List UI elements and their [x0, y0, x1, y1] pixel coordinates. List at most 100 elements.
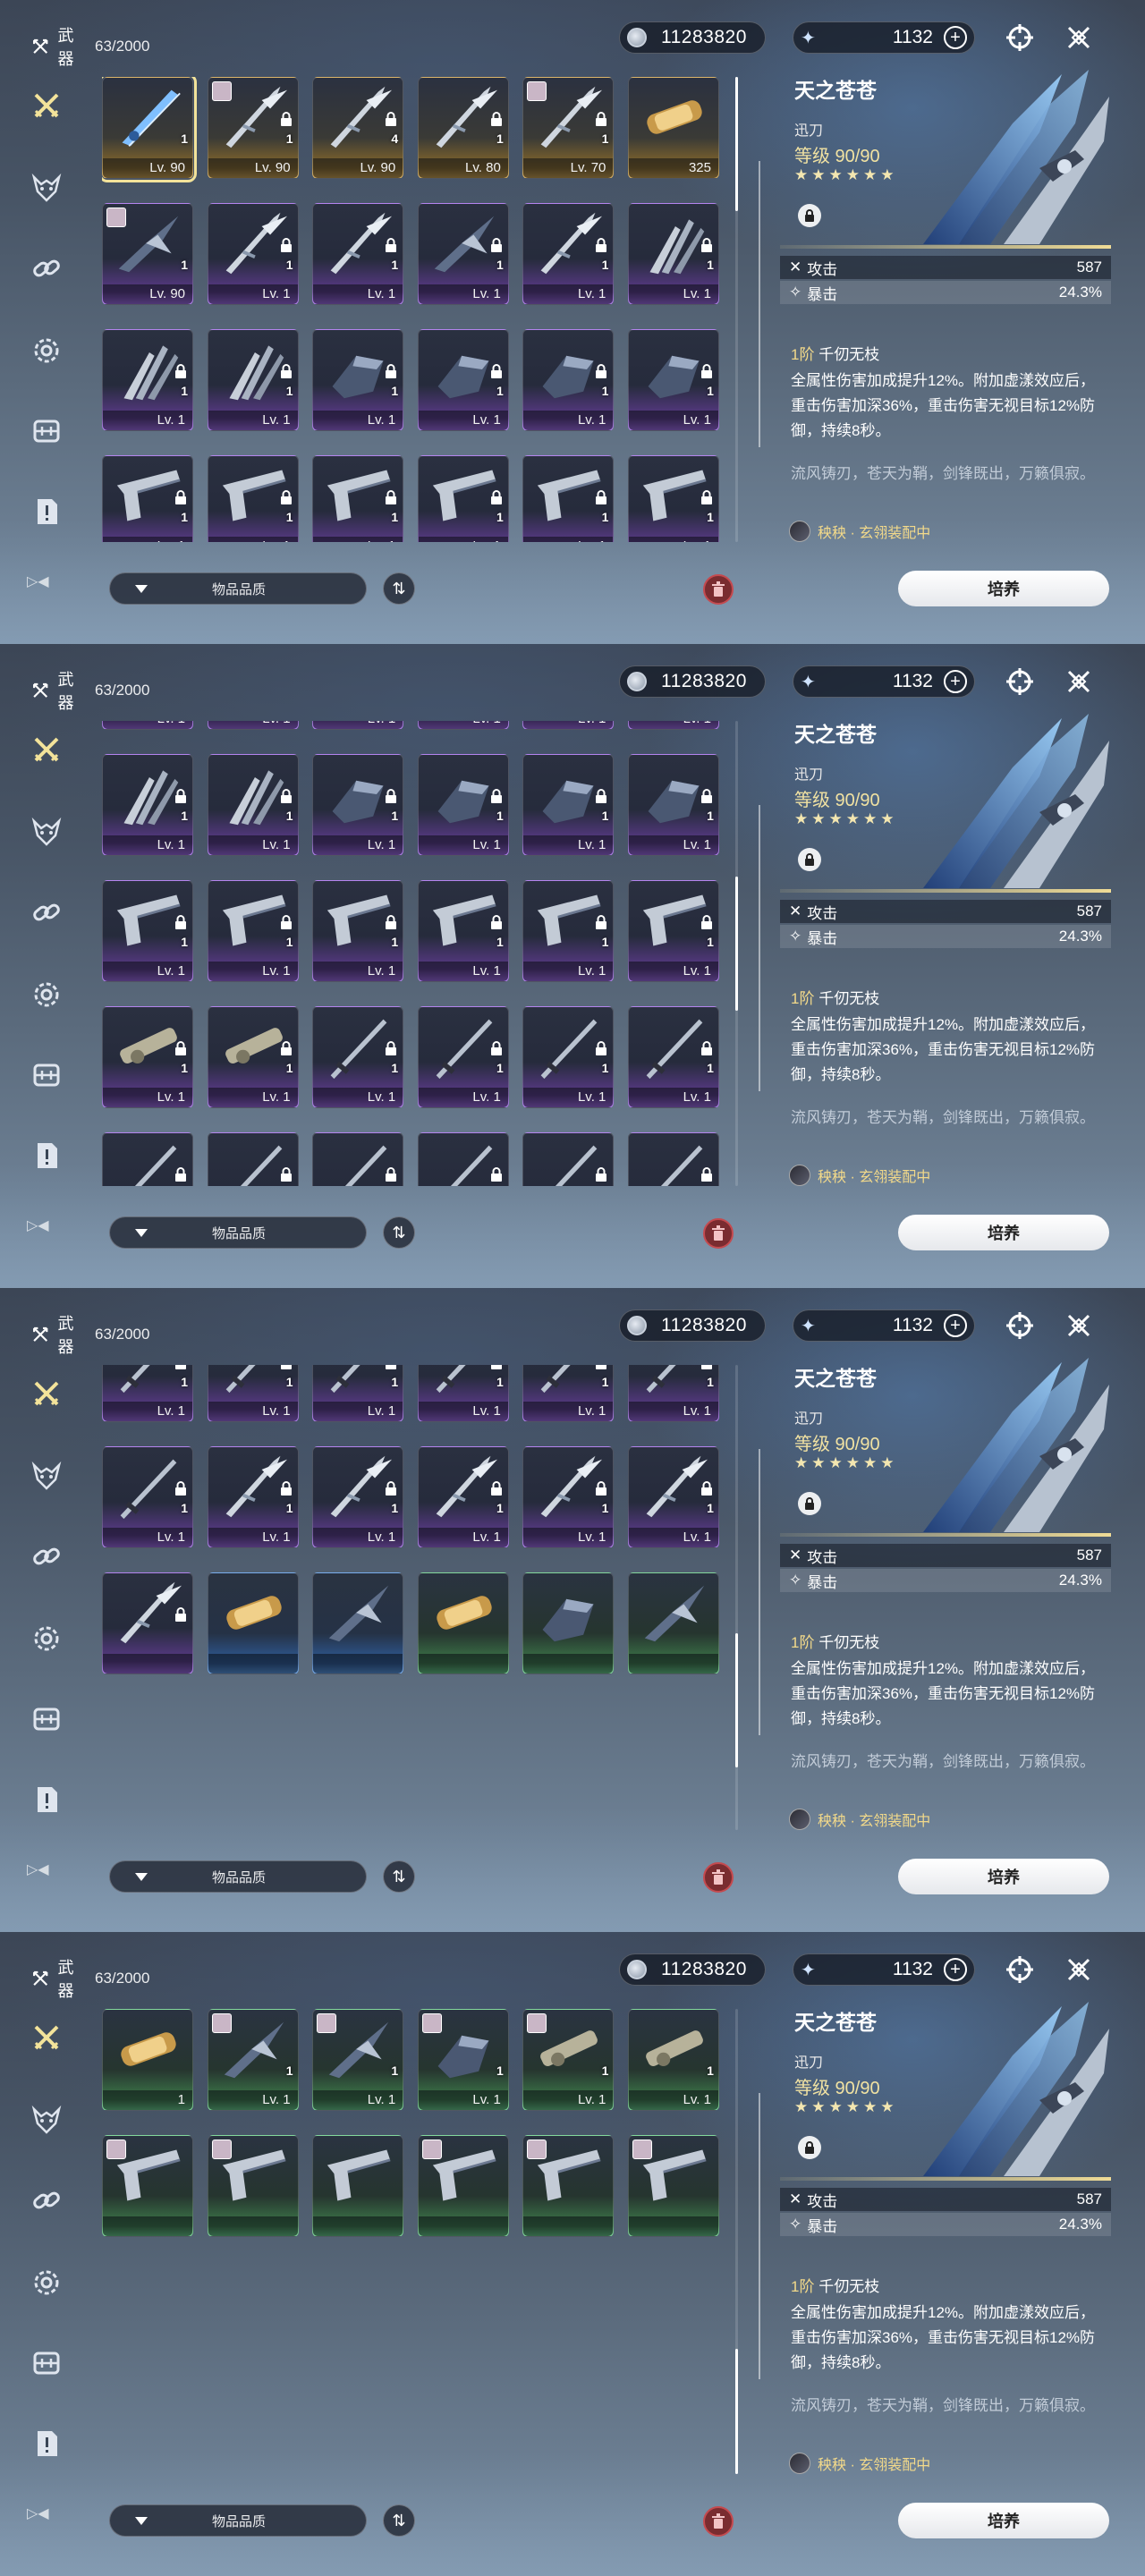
close-button[interactable]: [1061, 1308, 1097, 1343]
weapon-slot[interactable]: 1Lv. 1: [207, 1365, 299, 1422]
lock-toggle-button[interactable]: [798, 2136, 821, 2159]
weapon-grid-viewport[interactable]: 1 Lv. 1 1 Lv. 1 1 Lv. 1 1 Lv. 1 1 Lv. 1 1 Lv. 1 1 Lv.…: [102, 1365, 728, 1830]
tab-echoes[interactable]: [27, 1456, 66, 1496]
weapon-slot[interactable]: [522, 1572, 615, 1674]
grid-scrollbar[interactable]: [735, 721, 738, 1186]
weapon-slot[interactable]: 1Lv. 1: [312, 1365, 404, 1422]
cultivate-button[interactable]: 培养: [898, 2503, 1109, 2538]
weapon-slot[interactable]: [417, 2135, 509, 2237]
weapon-slot[interactable]: 1: [102, 2009, 193, 2111]
weapon-slot[interactable]: 1Lv. 1: [522, 880, 615, 982]
weapon-slot[interactable]: 1Lv. 1: [522, 1446, 615, 1548]
tab-development-materials[interactable]: [27, 249, 66, 288]
weapon-slot[interactable]: 1Lv. 1: [207, 1006, 299, 1108]
quality-filter-dropdown[interactable]: 物品品质: [109, 1216, 367, 1249]
weapon-slot[interactable]: [522, 1132, 615, 1186]
weapon-slot[interactable]: 1Lv. 1: [627, 455, 719, 542]
weapon-slot[interactable]: 1Lv. 1: [312, 455, 404, 542]
add-astrite-button[interactable]: +: [944, 1958, 967, 1981]
weapon-slot[interactable]: 1 Lv. 80: [417, 77, 509, 179]
sort-order-button[interactable]: ⇅: [383, 1860, 415, 1893]
weapon-slot[interactable]: 1 Lv. 90: [207, 77, 299, 179]
weapon-slot[interactable]: [522, 2135, 615, 2237]
tab-weapons[interactable]: [27, 86, 66, 125]
cultivate-button[interactable]: 培养: [898, 1859, 1109, 1894]
dismantle-button[interactable]: [703, 2506, 734, 2537]
grid-scrollbar-thumb[interactable]: [735, 877, 738, 1011]
weapon-slot[interactable]: [102, 1572, 193, 1674]
weapon-slot[interactable]: 1Lv. 1: [102, 1365, 193, 1422]
weapon-slot[interactable]: 1Lv. 1: [312, 329, 404, 431]
rail-collapse-icon[interactable]: ▷◀: [27, 2504, 49, 2522]
tab-supplies[interactable]: [27, 1699, 66, 1739]
weapon-slot[interactable]: 1Lv. 1: [522, 754, 615, 856]
rail-collapse-icon[interactable]: ▷◀: [27, 1860, 49, 1878]
weapon-slot[interactable]: 1Lv. 1: [522, 455, 615, 542]
weapon-slot[interactable]: 1Lv. 1: [312, 754, 404, 856]
weapon-slot[interactable]: 1Lv. 1: [102, 1006, 193, 1108]
weapon-slot[interactable]: 1Lv. 1: [522, 203, 615, 305]
weapon-slot[interactable]: 1Lv. 1: [627, 754, 719, 856]
quality-filter-dropdown[interactable]: 物品品质: [109, 572, 367, 605]
quality-filter-dropdown[interactable]: 物品品质: [109, 2504, 367, 2537]
weapon-slot[interactable]: 1Lv. 1: [417, 1446, 509, 1548]
weapon-slot[interactable]: 1Lv. 1: [312, 880, 404, 982]
weapon-slot[interactable]: 1Lv. 1: [207, 1446, 299, 1548]
lock-toggle-button[interactable]: [798, 848, 821, 871]
weapon-slot[interactable]: 1 Lv. 90: [102, 77, 197, 182]
rail-collapse-icon[interactable]: ▷◀: [27, 572, 49, 590]
weapon-slot[interactable]: 1Lv. 1: [627, 203, 719, 305]
weapon-slot[interactable]: 1Lv. 1: [312, 1006, 404, 1108]
weapon-slot[interactable]: 1Lv. 1: [417, 203, 509, 305]
weapon-slot[interactable]: 1Lv. 1: [522, 721, 615, 730]
weapon-slot[interactable]: 1Lv. 1: [102, 1446, 193, 1548]
tab-echoes[interactable]: [27, 2100, 66, 2140]
tab-development-materials[interactable]: [27, 1537, 66, 1576]
tab-special-items[interactable]: [27, 1780, 66, 1819]
target-button[interactable]: [1002, 20, 1038, 55]
weapon-slot[interactable]: 1Lv. 1: [417, 754, 509, 856]
tab-special-items[interactable]: [27, 2424, 66, 2463]
weapon-slot[interactable]: 1Lv. 1: [417, 721, 509, 730]
weapon-slot[interactable]: 1Lv. 1: [102, 329, 193, 431]
target-button[interactable]: [1002, 664, 1038, 699]
grid-scrollbar-thumb[interactable]: [735, 2349, 738, 2474]
weapon-slot[interactable]: 1Lv. 1: [417, 329, 509, 431]
weapon-slot[interactable]: 1Lv. 1: [207, 721, 299, 730]
close-button[interactable]: [1061, 664, 1097, 699]
weapon-slot[interactable]: 1Lv. 1: [522, 2009, 615, 2111]
tab-resources[interactable]: [27, 331, 66, 370]
weapon-slot[interactable]: 1Lv. 1: [627, 1365, 719, 1422]
weapon-slot[interactable]: [627, 1132, 719, 1186]
dismantle-button[interactable]: [703, 1862, 734, 1893]
target-button[interactable]: [1002, 1952, 1038, 1987]
tab-resources[interactable]: [27, 2263, 66, 2302]
weapon-slot[interactable]: 1Lv. 1: [312, 721, 404, 730]
weapon-slot[interactable]: 1 Lv. 70: [522, 77, 615, 179]
weapon-slot[interactable]: 1Lv. 1: [312, 2009, 404, 2111]
tab-development-materials[interactable]: [27, 2181, 66, 2220]
weapon-slot[interactable]: [102, 1132, 193, 1186]
grid-scrollbar[interactable]: [735, 1365, 738, 1830]
close-button[interactable]: [1061, 20, 1097, 55]
lock-toggle-button[interactable]: [798, 204, 821, 227]
weapon-slot[interactable]: 1Lv. 1: [417, 880, 509, 982]
tab-resources[interactable]: [27, 975, 66, 1014]
add-astrite-button[interactable]: +: [944, 670, 967, 693]
weapon-slot[interactable]: 1Lv. 1: [207, 2009, 299, 2111]
weapon-slot[interactable]: 1Lv. 1: [522, 1006, 615, 1108]
weapon-grid-viewport[interactable]: 1 Lv. 1 1 Lv. 1 1 Lv. 1 1 Lv. 1 1 Lv. 1 1 Lv. 1 1 Lv.…: [102, 721, 728, 1186]
add-astrite-button[interactable]: +: [944, 1314, 967, 1337]
dismantle-button[interactable]: [703, 1218, 734, 1249]
weapon-slot[interactable]: [417, 1572, 509, 1674]
tab-weapons[interactable]: [27, 730, 66, 769]
lock-toggle-button[interactable]: [798, 1492, 821, 1515]
weapon-slot[interactable]: 1Lv. 1: [102, 880, 193, 982]
weapon-slot[interactable]: 1Lv. 1: [312, 203, 404, 305]
tab-special-items[interactable]: [27, 492, 66, 531]
grid-scrollbar-thumb[interactable]: [735, 1633, 738, 1767]
add-astrite-button[interactable]: +: [944, 26, 967, 49]
weapon-slot[interactable]: [627, 1572, 719, 1674]
close-button[interactable]: [1061, 1952, 1097, 1987]
grid-scrollbar[interactable]: [735, 2009, 738, 2474]
